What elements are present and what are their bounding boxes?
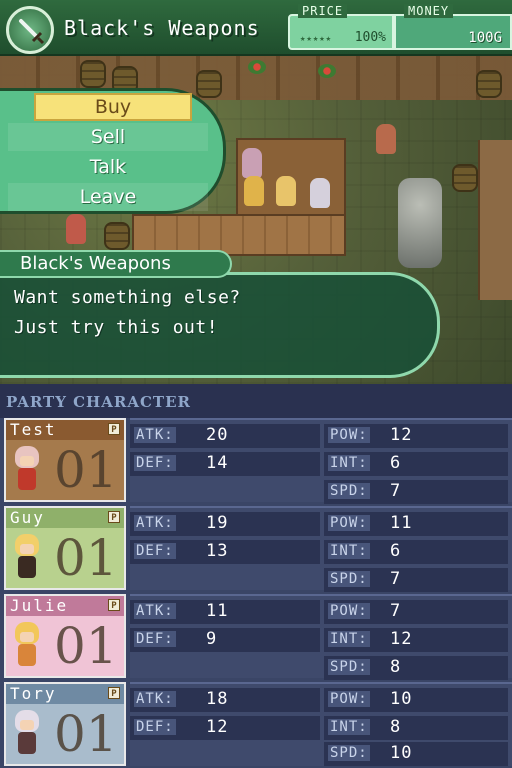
character-sprite [12, 710, 42, 758]
member-name: Guy [6, 508, 124, 528]
member-name: Julie [6, 596, 124, 616]
menu-leave[interactable]: Leave [8, 183, 208, 211]
character-sprite [12, 622, 42, 670]
menu-buy[interactable]: Buy [34, 93, 192, 121]
price-label: PRICE [298, 4, 348, 18]
speaker-name: Black's Weapons [0, 250, 232, 278]
money-label: MONEY [404, 4, 454, 18]
stat-pow: POW: 12 [324, 424, 508, 448]
party-member-sprite [244, 176, 264, 206]
menu-sell[interactable]: Sell [8, 123, 208, 151]
party-badge-icon: P [108, 511, 120, 523]
money-value: 100G [468, 30, 502, 46]
sword-icon [6, 6, 54, 54]
party-member-sprite [310, 178, 330, 208]
stats-panel: ATK: 11 DEF: 9 POW: 7 INT: 12 SPD: 8 [130, 594, 512, 680]
stat-atk: ATK: 19 [130, 512, 320, 536]
horse-statue [398, 178, 442, 268]
party-member-row[interactable]: Test P 01 ATK: 20 DEF: 14 POW: 12 INT: 6 SPD… [0, 418, 512, 504]
stat-spd: SPD: 7 [324, 568, 508, 592]
party-member-row[interactable]: Guy P 01 ATK: 19 DEF: 13 POW: 11 INT: 6 SPD:… [0, 506, 512, 592]
character-sprite [12, 446, 42, 494]
party-badge-icon: P [108, 423, 120, 435]
stat-atk: ATK: 20 [130, 424, 320, 448]
stat-int: INT: 6 [324, 452, 508, 476]
portrait-card[interactable]: Guy P 01 [4, 506, 126, 590]
barrel [104, 222, 130, 250]
member-level: 01 [54, 441, 118, 499]
flower-pot [318, 64, 336, 78]
dialog-box[interactable]: Want something else? Just try this out! [0, 272, 440, 378]
price-indicator: PRICE ★★★★★ 100% [288, 4, 394, 50]
portrait-card[interactable]: Test P 01 [4, 418, 126, 502]
stat-pow: POW: 7 [324, 600, 508, 624]
barrel [196, 70, 222, 98]
stat-spd: SPD: 8 [324, 656, 508, 680]
shop-header: Black's Weapons PRICE ★★★★★ 100% MONEY 1… [0, 0, 512, 56]
portrait-card[interactable]: Tory P 01 [4, 682, 126, 766]
stat-spd: SPD: 7 [324, 480, 508, 504]
stat-def: DEF: 13 [130, 540, 320, 564]
npc-girl [66, 214, 86, 244]
party-member-row[interactable]: Julie P 01 ATK: 11 DEF: 9 POW: 7 INT: 12 SPD… [0, 594, 512, 680]
stat-atk: ATK: 11 [130, 600, 320, 624]
game-scene: Black's Weapons PRICE ★★★★★ 100% MONEY 1… [0, 0, 512, 384]
stat-int: INT: 8 [324, 716, 508, 740]
member-name: Tory [6, 684, 124, 704]
stat-spd: SPD: 10 [324, 742, 508, 766]
member-level: 01 [54, 529, 118, 587]
stats-panel: ATK: 19 DEF: 13 POW: 11 INT: 6 SPD: 7 [130, 506, 512, 592]
stat-def: DEF: 9 [130, 628, 320, 652]
stat-def: DEF: 12 [130, 716, 320, 740]
building-edge [478, 140, 512, 300]
party-screen: PARTY CHARACTER Test P 01 ATK: 20 DEF: 14 … [0, 384, 512, 768]
stat-int: INT: 6 [324, 540, 508, 564]
party-badge-icon: P [108, 687, 120, 699]
stat-int: INT: 12 [324, 628, 508, 652]
member-name: Test [6, 420, 124, 440]
stat-pow: POW: 10 [324, 688, 508, 712]
stats-panel: ATK: 20 DEF: 14 POW: 12 INT: 6 SPD: 7 [130, 418, 512, 504]
stat-atk: ATK: 18 [130, 688, 320, 712]
party-member-sprite [242, 148, 262, 178]
npc-villager [376, 124, 396, 154]
member-level: 01 [54, 617, 118, 675]
money-indicator: MONEY 100G [394, 4, 512, 50]
shop-title: Black's Weapons [64, 16, 260, 40]
party-badge-icon: P [108, 599, 120, 611]
shop-menu: Buy Sell Talk Leave [0, 88, 226, 214]
flower-pot [248, 60, 266, 74]
barrel [476, 70, 502, 98]
dialog-line: Just try this out! [14, 317, 219, 338]
stat-def: DEF: 14 [130, 452, 320, 476]
barrel [80, 60, 106, 88]
party-header: PARTY CHARACTER [0, 384, 512, 418]
portrait-card[interactable]: Julie P 01 [4, 594, 126, 678]
price-stars: ★★★★★ [300, 34, 333, 44]
character-sprite [12, 534, 42, 582]
barrel [452, 164, 478, 192]
menu-talk[interactable]: Talk [8, 153, 208, 181]
stats-panel: ATK: 18 DEF: 12 POW: 10 INT: 8 SPD: 10 [130, 682, 512, 766]
party-member-row[interactable]: Tory P 01 ATK: 18 DEF: 12 POW: 10 INT: 8 SPD… [0, 682, 512, 766]
party-member-sprite [276, 176, 296, 206]
stat-pow: POW: 11 [324, 512, 508, 536]
member-level: 01 [54, 705, 118, 763]
price-value: 100% [354, 30, 386, 45]
dialog-line: Want something else? [14, 287, 241, 308]
